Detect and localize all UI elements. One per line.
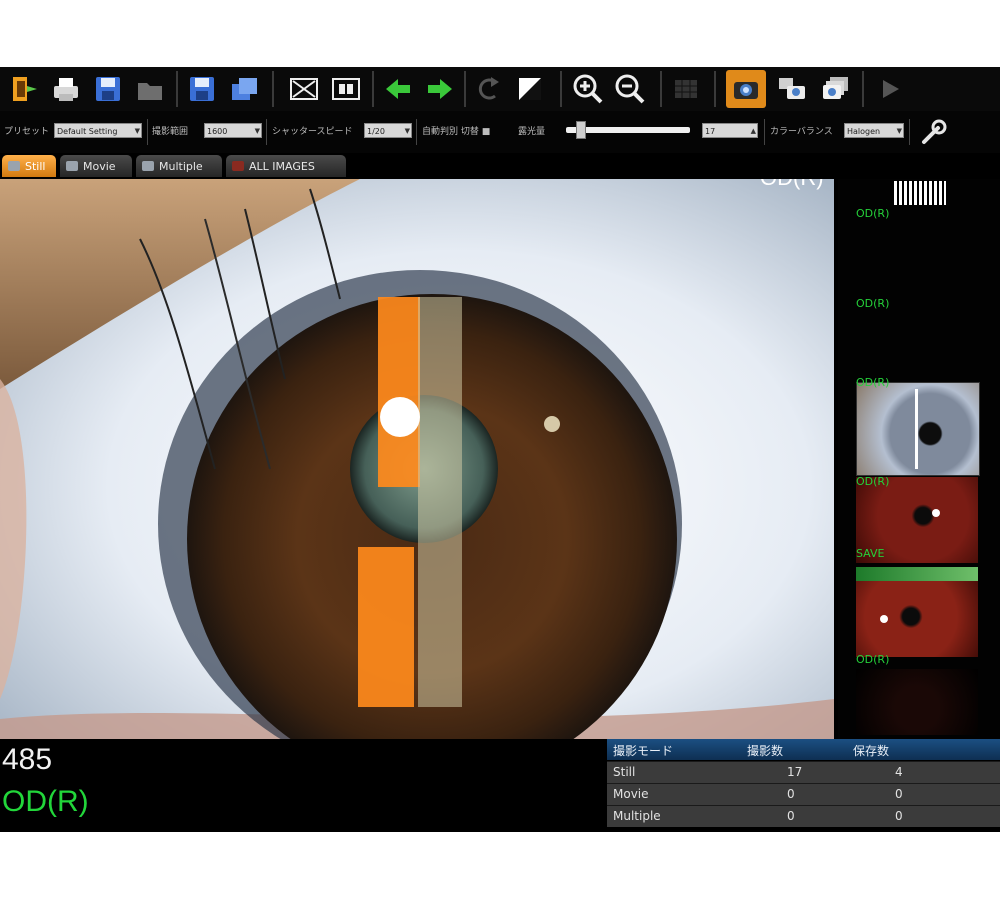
row-mode: Still [613,765,636,779]
row-saved: 0 [895,787,903,801]
row-mode: Movie [613,787,649,801]
preset-select[interactable]: Default Setting ▼ [54,123,142,138]
preset-label: プリセット [4,127,50,137]
save-as-icon[interactable] [184,71,220,107]
range-select[interactable]: 1600 ▼ [204,123,262,138]
range-label: 撮影範囲 [152,127,189,137]
header-saved: 保存数 [853,744,890,758]
status-area: 485 OD(R) 撮影モード 撮影数 保存数 Still 17 4 Movie… [0,739,1000,832]
multiple-tab-icon [142,161,154,171]
exposure-slider-thumb[interactable] [576,121,586,139]
tab-still[interactable]: Still [2,155,56,177]
row-taken: 17 [787,765,803,779]
tab-multiple[interactable]: Multiple [136,155,222,177]
open-folder-icon[interactable] [132,71,168,107]
rotate-icon[interactable] [470,71,506,107]
stats-header-row: 撮影モード 撮影数 保存数 [607,739,1000,760]
table-row: Multiple 0 0 [607,805,1000,827]
table-row: Movie 0 0 [607,783,1000,805]
shutter-speed-label: シャッタースピード [272,127,353,137]
color-balance-label: カラーバランス [770,127,833,137]
main-toolbar [0,67,1000,112]
row-taken: 0 [787,787,795,801]
capture-stats-table: 撮影モード 撮影数 保存数 Still 17 4 Movie 0 0 Multi… [607,739,1000,832]
camera-icon[interactable] [726,70,766,108]
thumbnail-image[interactable] [856,382,980,476]
capture-multiple-icon[interactable] [818,71,854,107]
row-taken: 0 [787,809,795,823]
capture-settings-bar: プリセット Default Setting ▼ 撮影範囲 1600 ▼ シャッタース… [0,111,1000,153]
contrast-icon[interactable] [512,71,548,107]
exit-icon[interactable] [6,71,42,107]
thumbnail-label: OD(R) [856,297,890,310]
thumbnail-label: OD(R) [856,207,890,220]
save-label: SAVE [856,547,885,560]
eye-side-label: OD(R) [2,785,89,818]
previous-arrow-icon[interactable] [380,71,416,107]
thumbnail-label: OD(R) [856,653,890,666]
header-taken: 撮影数 [747,744,784,758]
table-row: Still 17 4 [607,761,1000,783]
barcode-icon [894,181,946,205]
close-image-icon[interactable] [286,71,322,107]
row-saved: 4 [895,765,903,779]
grid-layout-icon[interactable] [668,71,704,107]
camera-settings-icon[interactable] [774,71,810,107]
camera-tab-icon [8,161,20,171]
main-image-eye-label: OD(R) [760,179,824,191]
tab-all-images[interactable]: ALL IMAGES [226,155,346,177]
wrench-icon[interactable] [918,118,948,148]
print-icon[interactable] [48,71,84,107]
thumbnail-image[interactable] [856,567,978,657]
zoom-in-icon[interactable] [570,71,606,107]
thumbnail-panel: OD(R) OD(R) OD(R) OD(R) SAVE OD(R) [838,179,1000,739]
header-mode: 撮影モード [613,744,674,758]
exposure-label: 露光量 [518,127,546,137]
shutter-speed-select[interactable]: 1/20 ▼ [364,123,412,138]
exposure-value-input[interactable]: 17 ▲ [702,123,758,138]
exposure-slider[interactable] [566,121,690,139]
save-icon[interactable] [90,71,126,107]
thumbnail-image[interactable] [856,669,978,735]
zoom-out-icon[interactable] [612,71,648,107]
play-icon[interactable] [872,71,908,107]
frame-number: 485 [2,743,53,776]
camera-app-window: プリセット Default Setting ▼ 撮影範囲 1600 ▼ シャッタース… [0,67,1000,832]
main-eye-image[interactable]: OD(R) [0,179,834,739]
export-icon[interactable] [226,71,262,107]
all-images-tab-icon [232,161,244,171]
auto-switch-label[interactable]: 自動判別 切替 ■ [422,124,490,137]
compare-icon[interactable] [328,71,364,107]
row-saved: 0 [895,809,903,823]
mode-tabs: Still Movie Multiple ALL IMAGES [0,153,1000,179]
color-balance-select[interactable]: Halogen ▼ [844,123,904,138]
row-mode: Multiple [613,809,661,823]
movie-tab-icon [66,161,78,171]
tab-movie[interactable]: Movie [60,155,132,177]
thumbnail-label: OD(R) [856,376,890,389]
next-arrow-icon[interactable] [422,71,458,107]
thumbnail-label: OD(R) [856,475,890,488]
